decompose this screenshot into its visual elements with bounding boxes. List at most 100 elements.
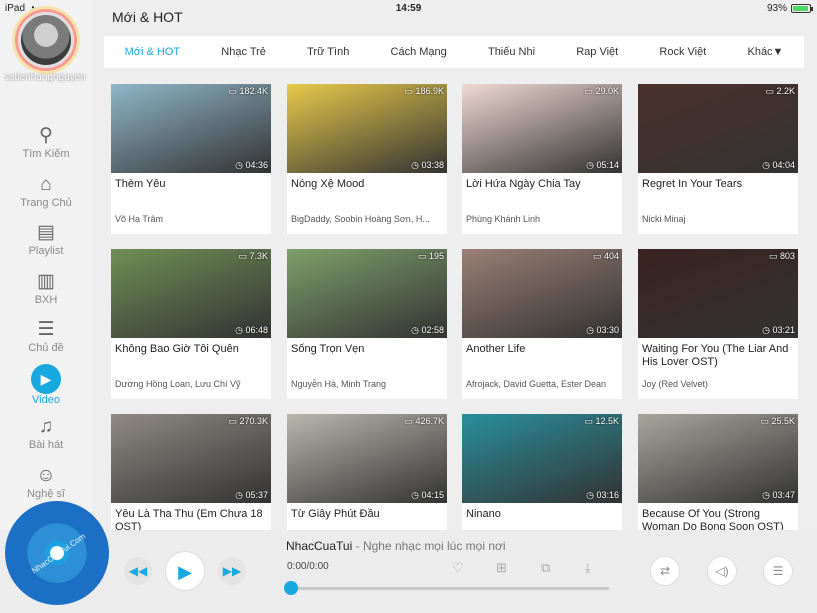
- now-playing-disc[interactable]: NhacCuaTui.Com: [5, 501, 109, 605]
- avatar[interactable]: [18, 12, 74, 68]
- queue-button[interactable]: ☰: [763, 556, 793, 586]
- tab-4[interactable]: Thiếu Nhi: [467, 46, 555, 58]
- view-count: ▭ 12.5K: [584, 416, 619, 426]
- video-title[interactable]: Nóng Xệ Mood: [291, 178, 445, 191]
- video-thumbnail[interactable]: ▭ 182.4K ◷ 04:36: [111, 84, 271, 173]
- view-count-value: 2.2K: [776, 86, 795, 96]
- view-count-value: 186.9K: [415, 86, 444, 96]
- topic-icon: ☰: [37, 319, 55, 341]
- duration-value: 04:15: [421, 490, 444, 500]
- duration-value: 06:48: [245, 325, 268, 335]
- video-title[interactable]: Another Life: [466, 343, 620, 356]
- sidebar-item-7[interactable]: ☺ Nghệ sĩ: [0, 458, 92, 507]
- tab-7[interactable]: Khác▼: [727, 46, 804, 58]
- tab-0[interactable]: Mới & HOT: [104, 46, 201, 58]
- sidebar-item-5[interactable]: ▶ Video: [0, 361, 92, 410]
- video-card[interactable]: ▭ 2.2K ◷ 04:04 Regret In Your Tears Nicki M…: [638, 84, 798, 234]
- view-count-value: 270.3K: [239, 416, 268, 426]
- play-button[interactable]: ▶: [165, 551, 205, 591]
- duration: ◷ 05:14: [586, 160, 619, 170]
- video-card[interactable]: ▭ 7.3K ◷ 06:48 Không Bao Giờ Tôi Quên Dương…: [111, 249, 271, 399]
- video-title[interactable]: Không Bao Giờ Tôi Quên: [115, 343, 269, 356]
- sidebar-item-2[interactable]: ▤ Playlist: [0, 215, 92, 264]
- video-title[interactable]: Lời Hứa Ngày Chia Tay: [466, 178, 620, 191]
- battery-percent: 93%: [766, 3, 787, 14]
- sidebar-item-3[interactable]: ▥ BXH: [0, 264, 92, 313]
- view-count-value: 182.4K: [239, 86, 268, 96]
- video-thumbnail[interactable]: ▭ 270.3K ◷ 05:37: [111, 414, 271, 503]
- video-card[interactable]: ▭ 186.9K ◷ 03:38 Nóng Xệ Mood BigDaddy, Soo…: [287, 84, 447, 234]
- video-card[interactable]: ▭ 29.0K ◷ 05:14 Lời Hứa Ngày Chia Tay Phùng…: [462, 84, 622, 234]
- username[interactable]: satienhangnguyen: [4, 72, 96, 83]
- video-title[interactable]: Thèm Yêu: [115, 178, 269, 191]
- share-icon[interactable]: ⧉: [541, 560, 550, 576]
- video-artist[interactable]: Phùng Khánh Linh: [466, 214, 620, 224]
- sidebar-item-6[interactable]: ♫ Bài hát: [0, 409, 92, 458]
- profile[interactable]: satienhangnguyen: [4, 12, 88, 92]
- video-thumbnail[interactable]: ▭ 25.5K ◷ 03:47: [638, 414, 798, 503]
- video-thumbnail[interactable]: ▭ 29.0K ◷ 05:14: [462, 84, 622, 173]
- add-to-playlist-icon[interactable]: ⊞: [496, 560, 507, 576]
- duration: ◷ 04:36: [235, 160, 268, 170]
- video-artist[interactable]: Afrojack, David Guetta, Ester Dean: [466, 379, 620, 389]
- volume-button[interactable]: ◁): [707, 556, 737, 586]
- progress-knob[interactable]: [284, 581, 298, 595]
- video-title[interactable]: Từ Giây Phút Đầu: [291, 508, 445, 521]
- download-icon[interactable]: ⤓: [585, 560, 591, 576]
- tab-6[interactable]: Rock Việt: [639, 46, 727, 58]
- now-playing-tagline: Nghe nhạc mọi lúc mọi nơi: [362, 539, 506, 553]
- duration-value: 03:47: [772, 490, 795, 500]
- sidebar-item-4[interactable]: ☰ Chủ đề: [0, 312, 92, 361]
- playlist-icon: ▤: [37, 222, 55, 244]
- video-thumbnail[interactable]: ▭ 12.5K ◷ 03:16: [462, 414, 622, 503]
- duration-value: 03:21: [772, 325, 795, 335]
- video-title[interactable]: Regret In Your Tears: [642, 178, 796, 191]
- tab-5[interactable]: Rap Việt: [556, 46, 639, 58]
- video-artist[interactable]: Dương Hồng Loan, Lưu Chí Vỹ: [115, 379, 269, 389]
- view-count: ▭ 29.0K: [584, 86, 619, 96]
- video-title[interactable]: Waiting For You (The Liar And His Lover …: [642, 343, 796, 369]
- video-title[interactable]: Sống Trọn Vẹn: [291, 343, 445, 356]
- video-card[interactable]: ▭ 404 ◷ 03:30 Another Life Afrojack, David …: [462, 249, 622, 399]
- home-icon: ⌂: [40, 173, 52, 195]
- tab-3[interactable]: Cách Mạng: [370, 46, 467, 58]
- view-count: ▭ 2.2K: [765, 86, 795, 96]
- sidebar-item-label: Chủ đề: [28, 342, 64, 355]
- video-artist[interactable]: Nguyễn Hà, Minh Trang: [291, 379, 445, 389]
- next-button[interactable]: ▶▶: [218, 557, 246, 585]
- sidebar-item-0[interactable]: ⚲ Tìm Kiếm: [0, 118, 92, 167]
- shuffle-button[interactable]: ⇄: [650, 556, 680, 586]
- view-count-value: 404: [603, 251, 619, 261]
- video-card[interactable]: ▭ 803 ◷ 03:21 Waiting For You (The Liar An…: [638, 249, 798, 399]
- video-thumbnail[interactable]: ▭ 803 ◷ 03:21: [638, 249, 798, 338]
- video-thumbnail[interactable]: ▭ 7.3K ◷ 06:48: [111, 249, 271, 338]
- clock: 14:59: [395, 3, 422, 14]
- video-artist[interactable]: BigDaddy, Soobin Hoàng Sơn, H...: [291, 214, 445, 224]
- video-artist[interactable]: Joy (Red Velvet): [642, 379, 796, 389]
- video-thumbnail[interactable]: ▭ 195 ◷ 02:58: [287, 249, 447, 338]
- video-artist[interactable]: Nicki Minaj: [642, 214, 796, 224]
- tab-1[interactable]: Nhạc Trẻ: [201, 46, 287, 58]
- video-artist[interactable]: Võ Hạ Trâm: [115, 214, 269, 224]
- video-card[interactable]: ▭ 182.4K ◷ 04:36 Thèm Yêu Võ Hạ Trâm: [111, 84, 271, 234]
- video-thumbnail[interactable]: ▭ 186.9K ◷ 03:38: [287, 84, 447, 173]
- now-playing-title: NhacCuaTui: [286, 539, 353, 553]
- video-thumbnail[interactable]: ▭ 426.7K ◷ 04:15: [287, 414, 447, 503]
- tab-2[interactable]: Trữ Tình: [287, 46, 370, 58]
- heart-icon[interactable]: ♡: [452, 560, 464, 576]
- video-thumbnail[interactable]: ▭ 2.2K ◷ 04:04: [638, 84, 798, 173]
- video-card[interactable]: ▭ 195 ◷ 02:58 Sống Trọn Vẹn Nguyễn Hà, Minh…: [287, 249, 447, 399]
- duration-value: 05:37: [245, 490, 268, 500]
- duration: ◷ 03:21: [762, 325, 795, 335]
- duration: ◷ 02:58: [411, 325, 444, 335]
- progress-bar[interactable]: [287, 587, 609, 590]
- sidebar-nav: ⚲ Tìm Kiếm ⌂ Trang Chủ ▤ Playlist ▥ BXH ☰ Chủ đề ▶…: [0, 118, 92, 506]
- view-count: ▭ 803: [768, 251, 795, 261]
- sidebar-item-1[interactable]: ⌂ Trang Chủ: [0, 167, 92, 216]
- sidebar-item-label: Nghệ sĩ: [27, 487, 65, 500]
- previous-button[interactable]: ◀◀: [124, 557, 152, 585]
- video-title[interactable]: Ninano: [466, 508, 620, 521]
- view-count: ▭ 404: [592, 251, 619, 261]
- duration: ◷ 05:37: [235, 490, 268, 500]
- video-thumbnail[interactable]: ▭ 404 ◷ 03:30: [462, 249, 622, 338]
